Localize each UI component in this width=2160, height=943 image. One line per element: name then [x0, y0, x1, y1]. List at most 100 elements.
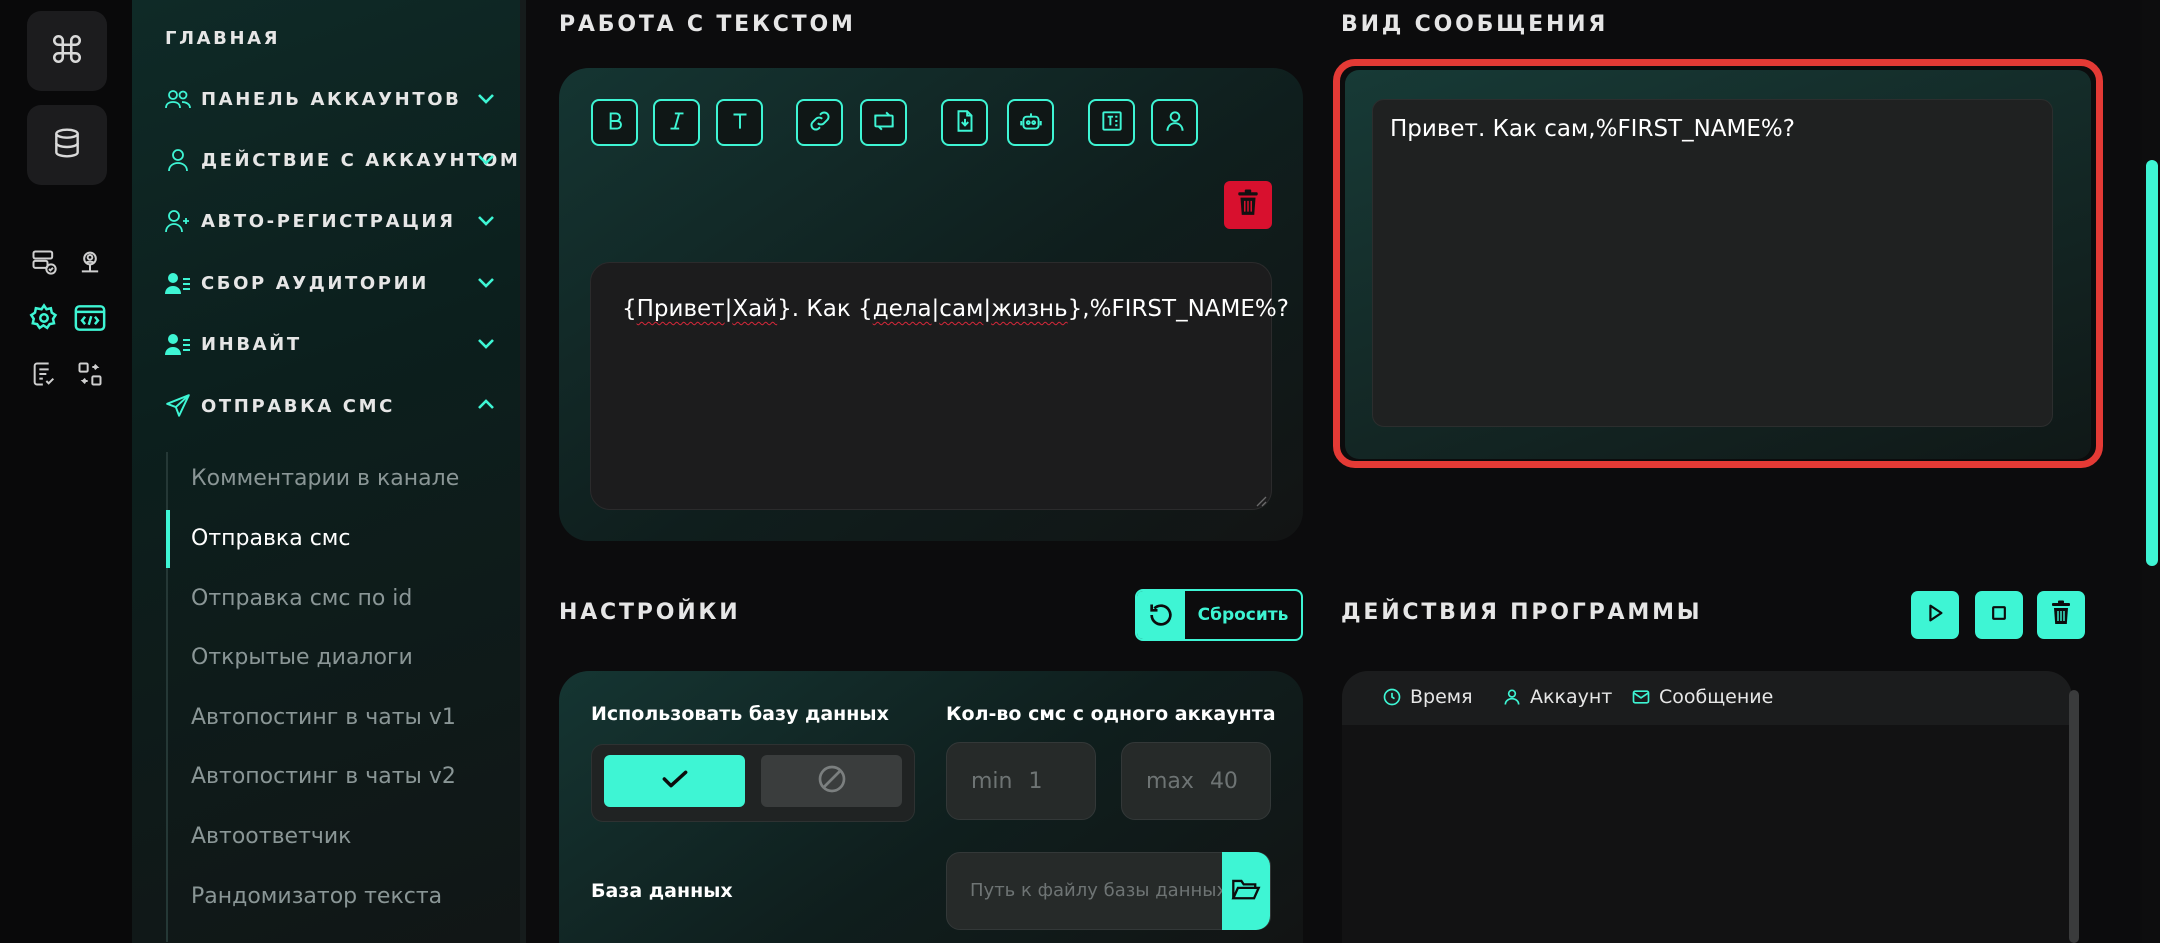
column-account[interactable]: Аккаунт	[1502, 686, 1612, 708]
sidebar-main-label[interactable]: ГЛАВНАЯ	[165, 28, 280, 49]
max-input[interactable]: max 40	[1121, 742, 1271, 820]
min-label: min	[971, 768, 1013, 794]
sidebar-item-autoresponder[interactable]: Автоответчик	[191, 824, 351, 849]
preview-title: ВИД СООБЩЕНИЯ	[1341, 12, 1609, 37]
use-db-label: Использовать базу данных	[591, 703, 889, 725]
person-icon	[1162, 108, 1188, 138]
submenu-active-indicator	[166, 510, 170, 568]
users-icon	[165, 86, 191, 112]
chevron-down-icon[interactable]	[474, 331, 498, 355]
column-message[interactable]: Сообщение	[1631, 686, 1773, 708]
italic-button[interactable]	[653, 99, 700, 146]
sidebar-item-autopost-v2[interactable]: Автопостинг в чаты v2	[191, 764, 456, 789]
max-label: max	[1146, 768, 1194, 794]
settings-title: НАСТРОЙКИ	[559, 600, 741, 625]
bold-icon	[602, 108, 628, 138]
editor-text[interactable]: {Привет|Хай}. Как {дела|сам|жизнь},%FIRS…	[622, 296, 1289, 322]
sms-count-label: Кол-во смс с одного аккаунта	[946, 703, 1276, 725]
chevron-down-icon[interactable]	[474, 208, 498, 232]
preview-highlight-frame	[1333, 59, 2103, 468]
bot-icon	[1018, 108, 1044, 138]
use-db-yes-button[interactable]	[604, 755, 745, 807]
chevron-down-icon[interactable]	[474, 147, 498, 171]
trash-icon	[1235, 189, 1261, 221]
paper-plane-icon	[165, 393, 191, 419]
link-button[interactable]	[796, 99, 843, 146]
column-time[interactable]: Время	[1382, 686, 1473, 708]
nav-accounts-panel[interactable]: ПАНЕЛЬ АККАУНТОВ	[165, 86, 461, 112]
user-circle-icon[interactable]	[74, 246, 106, 278]
max-value: 40	[1209, 768, 1238, 794]
import-file-button[interactable]	[941, 99, 988, 146]
gear-icon[interactable]	[28, 302, 60, 334]
database-button[interactable]	[27, 105, 107, 185]
user-icon	[165, 147, 191, 173]
page-scrollbar[interactable]	[2146, 160, 2158, 566]
resize-handle-icon[interactable]	[1253, 492, 1267, 511]
text-format-button[interactable]	[1088, 99, 1135, 146]
swap-icon[interactable]	[74, 358, 106, 390]
chevron-down-icon[interactable]	[474, 270, 498, 294]
database-label: База данных	[591, 880, 733, 902]
nav-send-sms[interactable]: ОТПРАВКА СМС	[165, 393, 395, 419]
database-path-placeholder: Путь к файлу базы данных	[970, 880, 1228, 901]
browse-folder-button[interactable]	[1222, 852, 1270, 930]
nav-audience-collection[interactable]: СБОР АУДИТОРИИ	[165, 270, 429, 296]
play-icon	[1924, 602, 1946, 628]
icon-rail	[0, 0, 132, 943]
check-icon	[659, 763, 691, 799]
start-button[interactable]	[1911, 591, 1959, 639]
min-value: 1	[1028, 768, 1043, 794]
user-list-icon	[165, 331, 191, 357]
use-db-no-button[interactable]	[761, 755, 902, 807]
link-icon	[807, 108, 833, 138]
file-import-icon	[952, 108, 978, 138]
text-icon	[727, 108, 753, 138]
text-button[interactable]	[716, 99, 763, 146]
bold-button[interactable]	[591, 99, 638, 146]
italic-icon	[664, 108, 690, 138]
actions-title: ДЕЙСТВИЯ ПРОГРАММЫ	[1341, 600, 1703, 625]
repeat-icon	[871, 108, 897, 138]
reset-button[interactable]: Сбросить	[1135, 589, 1303, 641]
reset-button-label: Сбросить	[1197, 605, 1289, 625]
log-scrollbar[interactable]	[2069, 690, 2079, 943]
database-icon	[51, 127, 83, 163]
forbidden-icon	[816, 763, 848, 799]
folder-open-icon	[1231, 876, 1261, 906]
user-list-icon	[165, 270, 191, 296]
nav-invite[interactable]: ИНВАЙТ	[165, 331, 302, 357]
clear-text-button[interactable]	[1224, 181, 1272, 229]
person-button[interactable]	[1151, 99, 1198, 146]
stop-icon	[1989, 603, 2009, 627]
sidebar-item-text-randomizer[interactable]: Рандомизатор текста	[191, 884, 442, 909]
command-icon	[50, 32, 84, 70]
server-check-icon[interactable]	[28, 246, 60, 278]
min-input[interactable]: min 1	[946, 742, 1096, 820]
sidebar-item-send-sms[interactable]: Отправка смс	[191, 526, 350, 551]
bot-button[interactable]	[1007, 99, 1054, 146]
user-plus-icon	[165, 208, 191, 234]
sidebar-scrollbar[interactable]	[520, 0, 526, 943]
text-panel-title: РАБОТА С ТЕКСТОМ	[559, 12, 856, 37]
reset-icon	[1137, 591, 1185, 639]
document-check-icon[interactable]	[28, 358, 60, 390]
stop-button[interactable]	[1975, 591, 2023, 639]
user-icon	[1504, 689, 1520, 705]
sidebar-item-send-sms-by-id[interactable]: Отправка смс по id	[191, 586, 412, 611]
clock-icon	[1383, 688, 1401, 706]
chevron-up-icon[interactable]	[474, 393, 498, 417]
clear-log-button[interactable]	[2037, 591, 2085, 639]
mail-icon	[1632, 690, 1650, 704]
command-button[interactable]	[27, 11, 107, 91]
chevron-down-icon[interactable]	[474, 86, 498, 110]
text-format-icon	[1099, 108, 1125, 138]
nav-account-action[interactable]: ДЕЙСТВИЕ С АККАУНТОМ	[165, 147, 520, 173]
code-window-icon[interactable]	[74, 302, 106, 334]
sidebar-item-autopost-v1[interactable]: Автопостинг в чаты v1	[191, 705, 456, 730]
nav-auto-registration[interactable]: АВТО-РЕГИСТРАЦИЯ	[165, 208, 456, 234]
sidebar-item-channel-comments[interactable]: Комментарии в канале	[191, 466, 459, 491]
sidebar-item-open-dialogs[interactable]: Открытые диалоги	[191, 645, 413, 670]
trash-icon	[2049, 600, 2073, 630]
repeat-button[interactable]	[860, 99, 907, 146]
